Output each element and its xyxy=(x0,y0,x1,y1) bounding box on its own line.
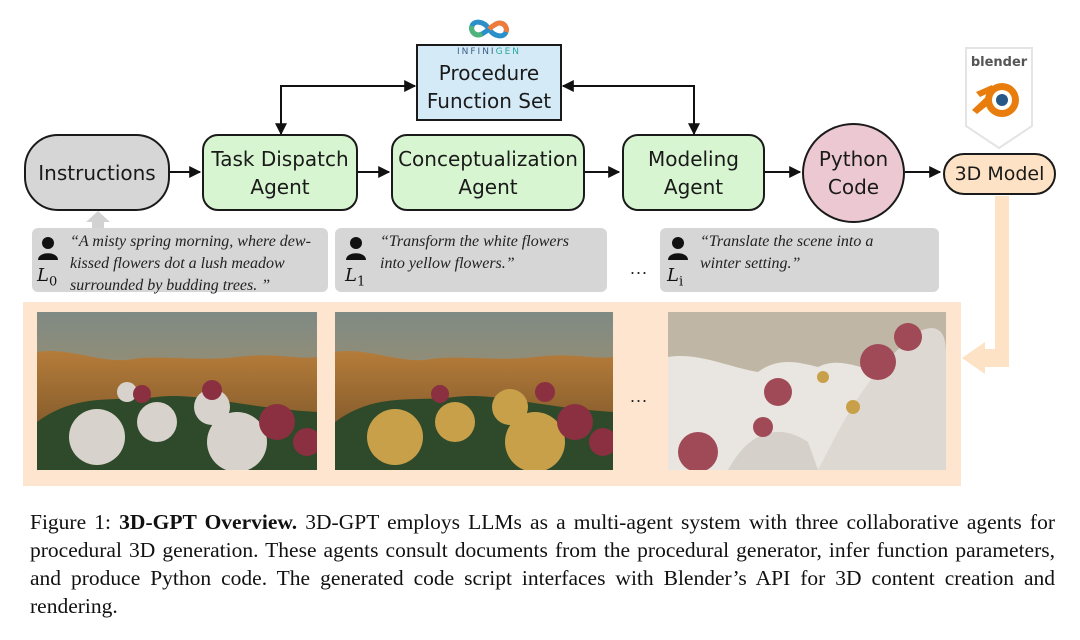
blender-badge-icon: blender xyxy=(965,47,1033,150)
node-label-line2: Function Set xyxy=(426,88,552,113)
figure-caption: Figure 1: 3D-GPT Overview. 3D-GPT employ… xyxy=(30,508,1055,620)
instruction-text: “Transform the white flowers into yellow… xyxy=(380,233,569,272)
task-dispatch-agent-node: Task Dispatch Agent xyxy=(202,134,358,211)
node-label-line1: Task Dispatch xyxy=(211,146,349,171)
blender-logo: blender xyxy=(962,44,1036,150)
instruction-level-label: Li xyxy=(667,265,684,290)
render-ellipsis: ... xyxy=(630,386,649,406)
render-image xyxy=(335,312,613,470)
conceptualization-agent-node: Conceptualization Agent xyxy=(391,134,585,211)
render-spring-yellow xyxy=(335,312,613,470)
instructions-node: Instructions xyxy=(24,134,170,211)
procedure-function-set-node: INFINIGEN Procedure Function Set xyxy=(416,44,562,121)
infinity-icon xyxy=(469,19,509,39)
3d-model-node: 3D Model xyxy=(943,153,1056,195)
node-label-line2: Agent xyxy=(250,174,310,199)
instruction-text: “A misty spring morning, where dew- kiss… xyxy=(70,233,311,294)
node-label: Instructions xyxy=(38,160,156,185)
node-label-line1: Python xyxy=(818,147,889,171)
infinigen-logo xyxy=(464,18,514,40)
caption-title: 3D-GPT Overview. xyxy=(119,510,298,534)
arrow-instruction-feed xyxy=(86,211,110,228)
arrow-model-to-renders xyxy=(962,196,1009,374)
user-icon xyxy=(38,237,58,260)
python-code-node: Python Code xyxy=(802,123,905,223)
render-image xyxy=(37,312,317,470)
node-label-line1: Modeling xyxy=(648,146,739,171)
node-label-line1: Procedure xyxy=(438,60,540,85)
render-spring-white xyxy=(37,312,317,470)
node-label-line1: Conceptualization xyxy=(398,146,578,171)
instruction-level-label: L1 xyxy=(345,265,366,290)
node-label: 3D Model xyxy=(954,163,1045,185)
infinigen-label: INFINIGEN xyxy=(456,47,521,57)
render-winter xyxy=(668,312,946,470)
modeling-agent-node: Modeling Agent xyxy=(622,134,765,211)
user-icon xyxy=(668,237,688,260)
blender-logo-text: blender xyxy=(971,55,1028,70)
caption-prefix: Figure 1: xyxy=(30,510,120,534)
node-label-line2: Agent xyxy=(458,174,518,199)
instruction-ellipsis: ... xyxy=(630,258,649,278)
user-icon xyxy=(346,237,366,260)
instruction-level-label: L0 xyxy=(37,265,58,290)
node-label-line2: Agent xyxy=(663,174,724,199)
node-label-line2: Code xyxy=(827,175,880,199)
arrow-dispatch-procedure xyxy=(275,80,417,136)
instruction-text: “Translate the scene into a winter setti… xyxy=(700,233,874,272)
arrow-procedure-modeling xyxy=(561,80,700,136)
render-image xyxy=(668,312,946,470)
